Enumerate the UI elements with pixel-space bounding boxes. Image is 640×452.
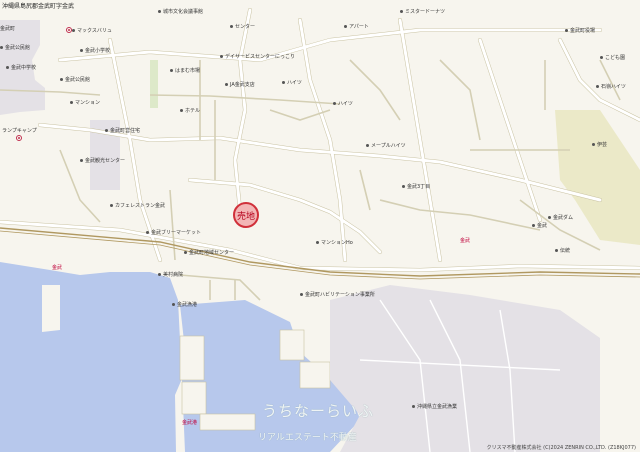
area-label: 沖縄県島尻郡金武町字金武 [2,3,75,10]
poi-label[interactable]: ミスタードーナツ [400,9,445,15]
poi-label[interactable]: 石嶺ハイツ [596,84,626,90]
property-marker-label: 売地 [236,211,255,222]
poi-label[interactable]: 金武ブリーマーケット [146,230,201,236]
poi-label[interactable]: 金武小学校 [80,48,110,54]
poi-label[interactable]: 金武観光センター [80,158,125,164]
poi-label[interactable]: マンション [70,100,100,106]
place-label: 金武 [460,238,471,244]
poi-label[interactable]: 金武公民館 [60,77,90,83]
property-marker[interactable]: 売地 [233,202,259,228]
poi-label[interactable]: 沖縄県立金武漁業 [412,404,457,410]
place-label: 金武 [52,265,63,271]
place-label: 金武港 [182,420,198,426]
poi-label[interactable]: マンションHo [316,240,353,246]
poi-label[interactable]: 金武ダム [548,215,573,221]
poi-label[interactable]: アパート [344,24,369,30]
poi-label[interactable]: 金武町役場 [565,28,595,34]
poi-label[interactable]: 金武公民館 [0,45,30,51]
map-canvas[interactable]: 沖縄県島尻郡金武町字金武 城市文化会議事館 マックスバリュ 金武小学校 金武中学… [0,0,640,452]
poi-label[interactable]: 金武町営住宅 [105,128,140,134]
poi-label[interactable]: デイサービスセンターにっこり [220,54,295,60]
poi-label[interactable]: ホテル [180,108,200,114]
poi-label[interactable]: 金武3丁目 [402,184,430,190]
poi-label[interactable]: 金武町ハビリテーション事業所 [300,292,375,298]
poi-label[interactable]: ハイツ [282,80,302,86]
place-label: ランプキャンプ [2,128,37,134]
poi-label[interactable]: 美村病院 [158,272,183,278]
watermark-logo: うちなーらいふ [262,402,375,420]
place-label: 金武町 [0,26,16,32]
poi-label[interactable]: マックスバリュ [72,28,112,34]
copyright: クリスマ不動産株式会社 (C)2024 ZENRIN CO.,LTD. (Z18… [486,445,636,451]
poi-label[interactable]: 伝統 [555,248,570,254]
poi-label[interactable]: 金武漁港 [172,302,197,308]
poi-label[interactable]: 金武町地域センター [184,250,234,256]
poi-label[interactable]: ハイツ [333,101,353,107]
poi-label[interactable]: カフェレストラン金武 [110,203,165,209]
poi-label[interactable]: JA金武支店 [225,82,255,88]
poi-label[interactable]: 城市文化会議事館 [158,9,203,15]
poi-label[interactable]: はまむ市場 [170,68,200,74]
poi-label[interactable]: こども園 [600,55,625,61]
poi-label[interactable]: メープルハイツ [366,143,406,149]
watermark-sub: リアルエステート不動産 [258,433,357,443]
poi-label[interactable]: 金武 [532,223,547,229]
poi-label[interactable]: 金武中学校 [6,65,36,71]
school-icon [16,135,22,141]
poi-label[interactable]: センター [230,24,255,30]
poi-label[interactable]: 伊芸 [592,142,607,148]
school-icon [66,27,72,33]
